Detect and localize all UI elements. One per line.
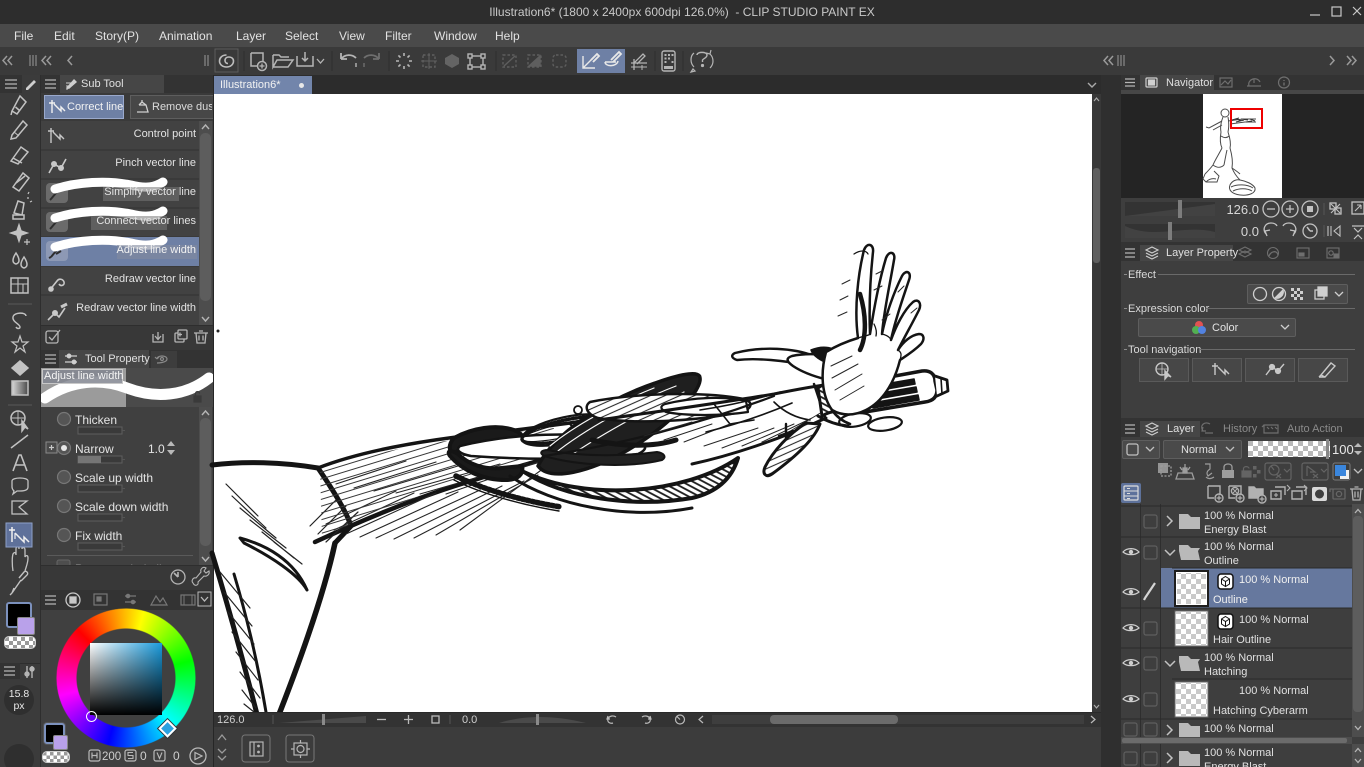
svg-text:px: px [13,700,25,712]
svg-text:0: 0 [173,749,180,763]
svg-text:0.0: 0.0 [1241,224,1259,239]
svg-text:15.8: 15.8 [9,688,30,700]
svg-text:0: 0 [140,749,147,763]
svg-text:200: 200 [102,751,121,763]
svg-text:126.0: 126.0 [1226,202,1259,217]
